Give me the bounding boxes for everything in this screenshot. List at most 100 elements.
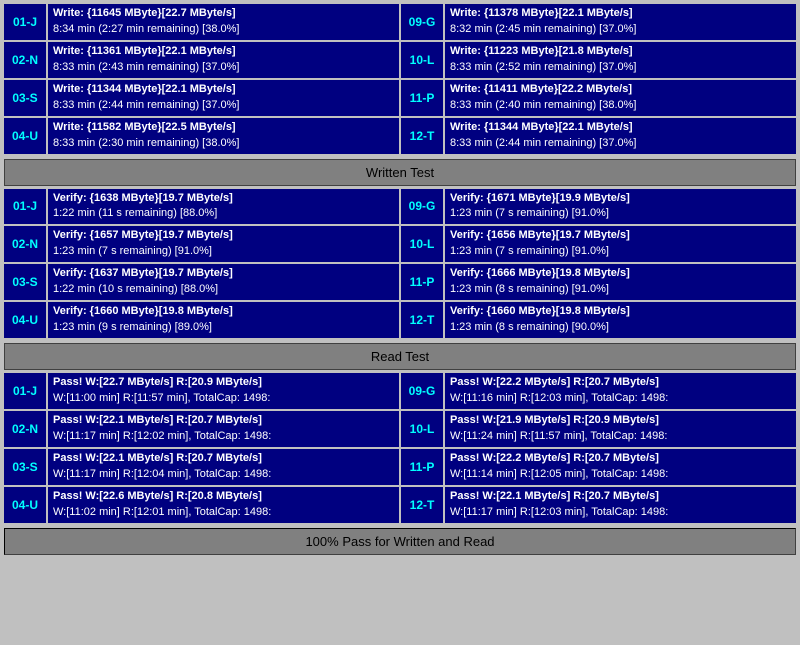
item-line1: Write: {11411 MByte}[22.2 MByte/s]: [450, 82, 791, 98]
item-row: 10-L Verify: {1656 MByte}[19.7 MByte/s]1:…: [401, 226, 796, 262]
item-id-label: 04-U: [4, 487, 46, 523]
item-line2: W:[11:17 min] R:[12:02 min], TotalCap: 1…: [53, 429, 394, 445]
item-row: 04-UVerify: {1660 MByte}[19.8 MByte/s]1:…: [4, 302, 399, 338]
item-row: 03-SVerify: {1637 MByte}[19.7 MByte/s]1:…: [4, 264, 399, 300]
item-content: Verify: {1660 MByte}[19.8 MByte/s]1:23 m…: [445, 302, 796, 338]
item-line2: 1:23 min (7 s remaining) [91.0%]: [53, 244, 394, 260]
item-line1: Write: {11582 MByte}[22.5 MByte/s]: [53, 120, 394, 136]
item-id-label: 03-S: [4, 449, 46, 485]
item-line2: W:[11:17 min] R:[12:03 min], TotalCap: 1…: [450, 505, 791, 521]
item-row: 09-G Write: {11378 MByte}[22.1 MByte/s]8:…: [401, 4, 796, 40]
item-id-label: 03-S: [4, 264, 46, 300]
item-row: 11-PVerify: {1666 MByte}[19.8 MByte/s]1:…: [401, 264, 796, 300]
item-line2: 8:33 min (2:44 min remaining) [37.0%]: [53, 98, 394, 114]
item-line2: W:[11:16 min] R:[12:03 min], TotalCap: 1…: [450, 391, 791, 407]
item-line1: Verify: {1660 MByte}[19.8 MByte/s]: [450, 304, 791, 320]
item-line1: Write: {11645 MByte}[22.7 MByte/s]: [53, 6, 394, 22]
item-content: Pass! W:[21.9 MByte/s] R:[20.9 MByte/s]W…: [445, 411, 796, 447]
item-row: 01-JPass! W:[22.7 MByte/s] R:[20.9 MByte…: [4, 373, 399, 409]
item-row: 01-JWrite: {11645 MByte}[22.7 MByte/s]8:…: [4, 4, 399, 40]
read-test-divider: Read Test: [4, 343, 796, 370]
row-pair: 01-JVerify: {1638 MByte}[19.7 MByte/s]1:…: [4, 189, 796, 225]
item-id-label: 10-L: [401, 411, 443, 447]
item-content: Pass! W:[22.1 MByte/s] R:[20.7 MByte/s]W…: [48, 411, 399, 447]
item-line1: Pass! W:[22.1 MByte/s] R:[20.7 MByte/s]: [53, 413, 394, 429]
write-section: 01-JWrite: {11645 MByte}[22.7 MByte/s]8:…: [4, 4, 796, 156]
item-id-label: 12-T: [401, 118, 443, 154]
item-row: 04-UWrite: {11582 MByte}[22.5 MByte/s]8:…: [4, 118, 399, 154]
pass-footer: 100% Pass for Written and Read: [4, 528, 796, 555]
item-line2: 1:23 min (7 s remaining) [91.0%]: [450, 206, 791, 222]
item-id-label: 01-J: [4, 189, 46, 225]
item-row: 03-SPass! W:[22.1 MByte/s] R:[20.7 MByte…: [4, 449, 399, 485]
item-line1: Write: {11344 MByte}[22.1 MByte/s]: [450, 120, 791, 136]
item-content: Write: {11223 MByte}[21.8 MByte/s]8:33 m…: [445, 42, 796, 78]
item-row: 04-U Pass! W:[22.6 MByte/s] R:[20.8 MByte…: [4, 487, 399, 523]
item-row: 02-NWrite: {11361 MByte}[22.1 MByte/s]8:…: [4, 42, 399, 78]
item-row: 12-TPass! W:[22.1 MByte/s] R:[20.7 MByte…: [401, 487, 796, 523]
item-row: 09-GVerify: {1671 MByte}[19.9 MByte/s]1:…: [401, 189, 796, 225]
row-pair: 03-SVerify: {1637 MByte}[19.7 MByte/s]1:…: [4, 264, 796, 300]
item-line1: Pass! W:[22.2 MByte/s] R:[20.7 MByte/s]: [450, 451, 791, 467]
item-line1: Verify: {1637 MByte}[19.7 MByte/s]: [53, 266, 394, 282]
item-row: 11-PPass! W:[22.2 MByte/s] R:[20.7 MByte…: [401, 449, 796, 485]
item-content: Write: {11411 MByte}[22.2 MByte/s]8:33 m…: [445, 80, 796, 116]
item-line2: 8:33 min (2:40 min remaining) [38.0%]: [450, 98, 791, 114]
row-pair: 04-UVerify: {1660 MByte}[19.8 MByte/s]1:…: [4, 302, 796, 338]
item-line1: Pass! W:[22.6 MByte/s] R:[20.8 MByte/s]: [53, 489, 394, 505]
item-line1: Pass! W:[22.1 MByte/s] R:[20.7 MByte/s]: [450, 489, 791, 505]
item-content: Verify: {1660 MByte}[19.8 MByte/s]1:23 m…: [48, 302, 399, 338]
item-id-label: 02-N: [4, 411, 46, 447]
item-content: Pass! W:[22.7 MByte/s] R:[20.9 MByte/s]W…: [48, 373, 399, 409]
item-id-label: 04-U: [4, 118, 46, 154]
item-line2: W:[11:02 min] R:[12:01 min], TotalCap: 1…: [53, 505, 394, 521]
item-id-label: 12-T: [401, 487, 443, 523]
item-line2: 1:22 min (10 s remaining) [88.0%]: [53, 282, 394, 298]
item-row: 12-TWrite: {11344 MByte}[22.1 MByte/s]8:…: [401, 118, 796, 154]
item-id-label: 03-S: [4, 80, 46, 116]
item-line1: Pass! W:[21.9 MByte/s] R:[20.9 MByte/s]: [450, 413, 791, 429]
row-pair: 04-UWrite: {11582 MByte}[22.5 MByte/s]8:…: [4, 118, 796, 154]
row-pair: 03-SPass! W:[22.1 MByte/s] R:[20.7 MByte…: [4, 449, 796, 485]
item-content: Write: {11645 MByte}[22.7 MByte/s]8:34 m…: [48, 4, 399, 40]
pass-section: 01-JPass! W:[22.7 MByte/s] R:[20.9 MByte…: [4, 373, 796, 525]
item-line1: Verify: {1656 MByte}[19.7 MByte/s]: [450, 228, 791, 244]
item-line2: 8:32 min (2:45 min remaining) [37.0%]: [450, 22, 791, 38]
item-line2: 1:22 min (11 s remaining) [88.0%]: [53, 206, 394, 222]
item-row: 02-NVerify: {1657 MByte}[19.7 MByte/s]1:…: [4, 226, 399, 262]
item-line1: Verify: {1660 MByte}[19.8 MByte/s]: [53, 304, 394, 320]
item-line2: W:[11:00 min] R:[11:57 min], TotalCap: 1…: [53, 391, 394, 407]
item-id-label: 11-P: [401, 264, 443, 300]
item-line2: 1:23 min (8 s remaining) [90.0%]: [450, 320, 791, 336]
item-row: 03-S Write: {11344 MByte}[22.1 MByte/s]8:…: [4, 80, 399, 116]
item-line2: 8:33 min (2:43 min remaining) [37.0%]: [53, 60, 394, 76]
item-id-label: 09-G: [401, 189, 443, 225]
item-line1: Write: {11378 MByte}[22.1 MByte/s]: [450, 6, 791, 22]
item-content: Write: {11361 MByte}[22.1 MByte/s]8:33 m…: [48, 42, 399, 78]
item-id-label: 02-N: [4, 226, 46, 262]
item-content: Verify: {1637 MByte}[19.7 MByte/s]1:22 m…: [48, 264, 399, 300]
item-line1: Verify: {1638 MByte}[19.7 MByte/s]: [53, 191, 394, 207]
item-line1: Write: {11344 MByte}[22.1 MByte/s]: [53, 82, 394, 98]
item-id-label: 10-L: [401, 226, 443, 262]
item-row: 01-JVerify: {1638 MByte}[19.7 MByte/s]1:…: [4, 189, 399, 225]
item-content: Pass! W:[22.1 MByte/s] R:[20.7 MByte/s]W…: [48, 449, 399, 485]
main-container: 01-JWrite: {11645 MByte}[22.7 MByte/s]8:…: [0, 0, 800, 559]
row-pair: 03-SWrite: {11344 MByte}[22.1 MByte/s]8:…: [4, 80, 796, 116]
item-id-label: 01-J: [4, 4, 46, 40]
item-id-label: 11-P: [401, 80, 443, 116]
item-id-label: 02-N: [4, 42, 46, 78]
item-row: 12-TVerify: {1660 MByte}[19.8 MByte/s]1:…: [401, 302, 796, 338]
item-line2: 1:23 min (7 s remaining) [91.0%]: [450, 244, 791, 260]
verify-section: 01-JVerify: {1638 MByte}[19.7 MByte/s]1:…: [4, 189, 796, 341]
item-line2: 1:23 min (9 s remaining) [89.0%]: [53, 320, 394, 336]
item-id-label: 12-T: [401, 302, 443, 338]
item-row: 09-GPass! W:[22.2 MByte/s] R:[20.7 MByte…: [401, 373, 796, 409]
item-content: Pass! W:[22.1 MByte/s] R:[20.7 MByte/s]W…: [445, 487, 796, 523]
item-row: 11-PWrite: {11411 MByte}[22.2 MByte/s]8:…: [401, 80, 796, 116]
row-pair: 02-NVerify: {1657 MByte}[19.7 MByte/s]1:…: [4, 226, 796, 262]
item-line1: Pass! W:[22.1 MByte/s] R:[20.7 MByte/s]: [53, 451, 394, 467]
item-content: Verify: {1638 MByte}[19.7 MByte/s]1:22 m…: [48, 189, 399, 225]
item-id-label: 10-L: [401, 42, 443, 78]
item-id-label: 09-G: [401, 4, 443, 40]
